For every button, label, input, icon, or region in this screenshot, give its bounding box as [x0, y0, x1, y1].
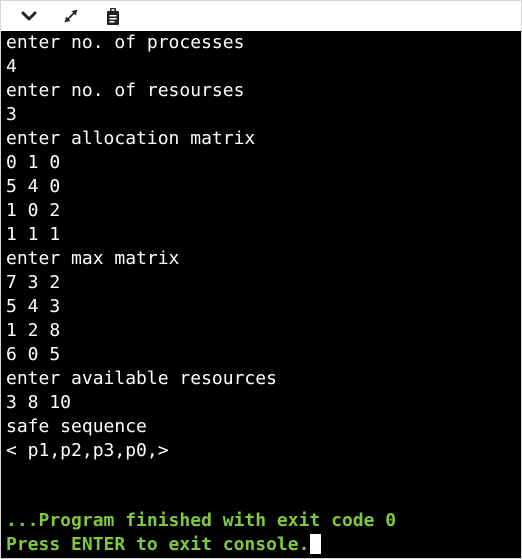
expand-output-button[interactable]	[59, 5, 83, 27]
console-line: 5 4 0	[6, 176, 61, 197]
console-line: 5 4 3	[6, 296, 61, 317]
console-line: 0 1 0	[6, 152, 61, 173]
press-enter-text: Press ENTER to exit console.	[6, 534, 310, 555]
console-line: enter max matrix	[6, 248, 180, 269]
online-compiler-output-window: enter no. of processes 4 enter no. of re…	[0, 0, 522, 559]
console-line: safe sequence	[6, 416, 147, 437]
terminal-cursor	[310, 534, 322, 554]
console-line: 1 0 2	[6, 200, 61, 221]
console-line: 3 8 10	[6, 392, 72, 413]
chevron-down-icon	[21, 11, 37, 21]
console-line: enter no. of processes	[6, 32, 245, 53]
console-output[interactable]: enter no. of processes 4 enter no. of re…	[1, 31, 521, 558]
console-line: enter allocation matrix	[6, 128, 256, 149]
console-line: 6 0 5	[6, 344, 61, 365]
exit-status-line: ...Program finished with exit code 0	[6, 510, 397, 531]
expand-arrows-icon	[64, 9, 78, 23]
console-line: enter no. of resourses	[6, 80, 245, 101]
console-line: 4	[6, 56, 17, 77]
press-enter-line[interactable]: Press ENTER to exit console.	[6, 533, 322, 557]
console-line: 7 3 2	[6, 272, 61, 293]
console-line: 1 1 1	[6, 224, 61, 245]
console-line: < p1,p2,p3,p0,>	[6, 440, 169, 461]
console-line: 3	[6, 104, 17, 125]
output-toolbar	[1, 1, 521, 32]
copy-clipboard-icon	[107, 8, 119, 25]
collapse-output-button[interactable]	[17, 5, 41, 27]
console-line: 1 2 8	[6, 320, 61, 341]
copy-output-button[interactable]	[101, 5, 125, 27]
console-line: enter available resources	[6, 368, 277, 389]
